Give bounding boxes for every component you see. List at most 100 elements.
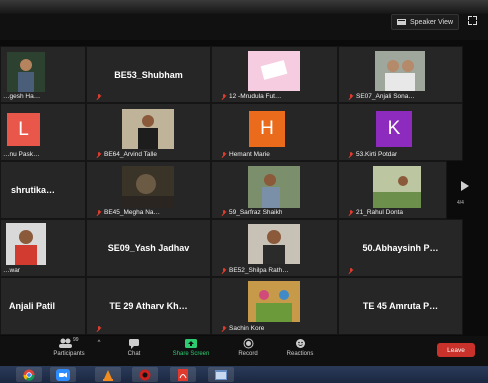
- participant-name-large: 50.Abhaysinh P…: [362, 243, 439, 253]
- mic-muted-icon: [348, 209, 354, 216]
- participant-name: 53.Kirti Potdar: [348, 151, 397, 158]
- participant-tile[interactable]: 12 -Mrudula Fut…: [211, 46, 338, 103]
- participant-name: SE07_Anjali Sona…: [348, 93, 415, 100]
- participants-icon: 99: [57, 337, 81, 349]
- speaker-view-icon: [397, 19, 406, 25]
- participant-photo: [375, 51, 425, 91]
- avatar-letter: L: [7, 113, 40, 146]
- avatar-letter: K: [376, 111, 412, 147]
- mic-muted-icon: [221, 93, 227, 100]
- participant-name-large: Anjali Patil: [9, 301, 56, 311]
- participant-name: BE52_Shilpa Rath…: [221, 267, 289, 274]
- participant-photo: [248, 166, 300, 208]
- share-screen-label: Share Screen: [172, 351, 210, 357]
- participant-name: BE45_Megha Na…: [96, 209, 160, 216]
- participant-tile[interactable]: L …nu Pask…: [0, 103, 86, 161]
- participant-photo: [248, 224, 300, 264]
- mic-muted-icon: [221, 267, 227, 274]
- participant-name: BE64_Arvind Talle: [96, 151, 157, 158]
- pdf-icon[interactable]: [170, 367, 196, 382]
- participants-label: Participants: [53, 351, 85, 357]
- chat-icon: [128, 338, 140, 349]
- participants-count: 99: [73, 337, 79, 343]
- participant-photo: [7, 52, 45, 92]
- participant-tile[interactable]: shrutika…: [0, 161, 86, 219]
- page-indicator: 4/4: [457, 200, 464, 206]
- mic-muted-icon: [348, 93, 354, 100]
- mic-muted-icon: [221, 151, 227, 158]
- participant-tile[interactable]: BE53_Shubham: [86, 46, 211, 103]
- chat-button[interactable]: Chat: [120, 338, 148, 357]
- mic-muted-icon: [96, 326, 102, 332]
- top-glow: [0, 0, 488, 14]
- participant-name: …gesh Ha…: [3, 93, 41, 100]
- mic-muted-icon: [221, 209, 227, 216]
- window-icon[interactable]: [208, 367, 234, 382]
- participant-name: [96, 94, 102, 100]
- participant-name: 59_Sarfraz Shaikh: [221, 209, 282, 216]
- media-icon[interactable]: [132, 367, 158, 382]
- participant-name: …nu Pask…: [3, 151, 40, 158]
- participant-name: Hemant Marie: [221, 151, 270, 158]
- participant-tile[interactable]: H Hemant Marie: [211, 103, 338, 161]
- participant-tile[interactable]: 50.Abhaysinh P…: [338, 219, 463, 277]
- participant-name: Sachin Kore: [221, 325, 264, 332]
- reactions-button[interactable]: Reactions: [280, 338, 320, 357]
- participant-tile[interactable]: …gesh Ha…: [0, 46, 86, 103]
- vlc-icon[interactable]: [95, 367, 121, 382]
- participant-name: 12 -Mrudula Fut…: [221, 93, 281, 100]
- chevron-up-icon[interactable]: ^: [95, 340, 103, 346]
- mic-muted-icon: [96, 209, 102, 216]
- chat-label: Chat: [127, 351, 141, 357]
- chrome-icon[interactable]: [16, 367, 42, 382]
- meeting-top-bar: Speaker View: [0, 0, 488, 40]
- participant-tile[interactable]: SE09_Yash Jadhav: [86, 219, 211, 277]
- speaker-view-button[interactable]: Speaker View: [391, 14, 460, 30]
- participant-tile[interactable]: SE07_Anjali Sona…: [338, 46, 463, 103]
- participant-photo: [122, 166, 174, 208]
- participant-tile[interactable]: 59_Sarfraz Shaikh: [211, 161, 338, 219]
- participant-name: [96, 326, 102, 332]
- reactions-icon: [295, 338, 306, 349]
- participant-tile[interactable]: Sachin Kore: [211, 277, 338, 335]
- participant-tile[interactable]: K 53.Kirti Potdar: [338, 103, 463, 161]
- fullscreen-icon[interactable]: [468, 16, 477, 25]
- mic-muted-icon: [348, 151, 354, 158]
- next-page-button[interactable]: 4/4: [455, 168, 473, 212]
- participant-tile[interactable]: TE 45 Amruta P…: [338, 277, 463, 335]
- participant-name-large: BE53_Shubham: [114, 69, 183, 80]
- avatar-letter: H: [249, 111, 285, 147]
- participant-tile[interactable]: TE 29 Atharv Kh…: [86, 277, 211, 335]
- share-screen-button[interactable]: Share Screen: [166, 338, 216, 357]
- mic-muted-icon: [96, 94, 102, 100]
- mic-muted-icon: [96, 151, 102, 158]
- os-taskbar: [0, 366, 488, 383]
- participant-name-large: TE 29 Atharv Kh…: [109, 301, 188, 311]
- participant-name: [348, 268, 354, 274]
- participant-name: …war: [3, 267, 20, 274]
- mic-muted-icon: [348, 268, 354, 274]
- leave-button[interactable]: Leave: [437, 343, 475, 357]
- participant-tile[interactable]: BE52_Shilpa Rath…: [211, 219, 338, 277]
- participant-photo: [6, 223, 46, 265]
- zoom-icon[interactable]: [50, 367, 76, 382]
- record-label: Record: [238, 351, 258, 357]
- participant-photo: [248, 281, 300, 322]
- participant-tile[interactable]: …war: [0, 219, 86, 277]
- record-icon: [243, 338, 254, 349]
- participant-name-large: SE09_Yash Jadhav: [107, 243, 190, 253]
- record-button[interactable]: Record: [233, 338, 263, 357]
- participant-tile[interactable]: BE45_Megha Na…: [86, 161, 211, 219]
- participant-tile[interactable]: Anjali Patil: [0, 277, 86, 335]
- participant-photo: [122, 109, 174, 149]
- participant-tile[interactable]: 21_Rahul Donta: [338, 161, 447, 219]
- participant-name: 21_Rahul Donta: [348, 209, 403, 216]
- reactions-label: Reactions: [286, 351, 314, 357]
- participant-name-large: TE 45 Amruta P…: [362, 301, 439, 311]
- meeting-toolbar: 99 Participants ^ Chat Share Screen Reco…: [0, 336, 488, 366]
- participants-button[interactable]: 99 Participants: [45, 337, 93, 357]
- participant-tile[interactable]: BE64_Arvind Talle: [86, 103, 211, 161]
- mic-muted-icon: [221, 325, 227, 332]
- speaker-view-label: Speaker View: [410, 18, 454, 26]
- participant-name-large: shrutika…: [11, 185, 56, 195]
